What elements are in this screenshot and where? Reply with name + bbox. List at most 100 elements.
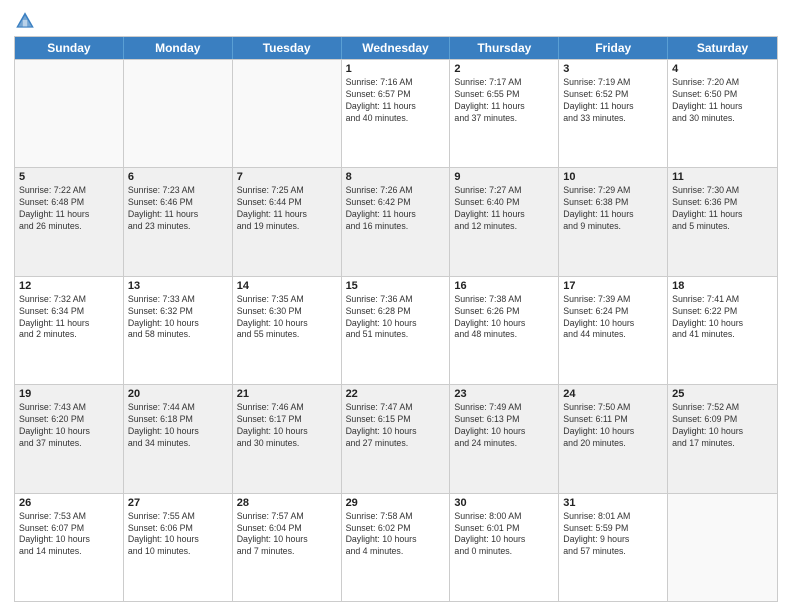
day-cell-6: 6 Sunrise: 7:23 AM Sunset: 6:46 PM Daylig… (124, 168, 233, 275)
day-info: Sunrise: 7:57 AM Sunset: 6:04 PM Dayligh… (237, 511, 337, 559)
day-info: Sunrise: 7:52 AM Sunset: 6:09 PM Dayligh… (672, 402, 773, 450)
day-cell-25: 25 Sunrise: 7:52 AM Sunset: 6:09 PM Dayli… (668, 385, 777, 492)
day-info: Sunrise: 7:29 AM Sunset: 6:38 PM Dayligh… (563, 185, 663, 233)
calendar-body: 1Sunrise: 7:16 AM Sunset: 6:57 PM Daylig… (15, 59, 777, 601)
day-cell-15: 15 Sunrise: 7:36 AM Sunset: 6:28 PM Dayli… (342, 277, 451, 384)
day-number: 14 (237, 280, 337, 292)
day-info: Sunrise: 7:50 AM Sunset: 6:11 PM Dayligh… (563, 402, 663, 450)
day-info: Sunrise: 7:25 AM Sunset: 6:44 PM Dayligh… (237, 185, 337, 233)
day-number: 5 (19, 171, 119, 183)
day-cell-14: 14 Sunrise: 7:35 AM Sunset: 6:30 PM Dayli… (233, 277, 342, 384)
day-number: 26 (19, 497, 119, 509)
logo (14, 10, 40, 32)
day-info: Sunrise: 7:53 AM Sunset: 6:07 PM Dayligh… (19, 511, 119, 559)
day-number: 6 (128, 171, 228, 183)
day-info: Sunrise: 7:43 AM Sunset: 6:20 PM Dayligh… (19, 402, 119, 450)
day-cell-22: 22 Sunrise: 7:47 AM Sunset: 6:15 PM Dayli… (342, 385, 451, 492)
day-number: 12 (19, 280, 119, 292)
day-number: 10 (563, 171, 663, 183)
empty-cell (668, 494, 777, 601)
day-cell-19: 19 Sunrise: 7:43 AM Sunset: 6:20 PM Dayli… (15, 385, 124, 492)
day-cell-9: 9Sunrise: 7:27 AM Sunset: 6:40 PM Daylig… (450, 168, 559, 275)
day-info: Sunrise: 7:39 AM Sunset: 6:24 PM Dayligh… (563, 294, 663, 342)
day-cell-16: 16 Sunrise: 7:38 AM Sunset: 6:26 PM Dayli… (450, 277, 559, 384)
day-info: Sunrise: 7:33 AM Sunset: 6:32 PM Dayligh… (128, 294, 228, 342)
day-info: Sunrise: 7:49 AM Sunset: 6:13 PM Dayligh… (454, 402, 554, 450)
day-info: Sunrise: 7:22 AM Sunset: 6:48 PM Dayligh… (19, 185, 119, 233)
day-cell-18: 18 Sunrise: 7:41 AM Sunset: 6:22 PM Dayli… (668, 277, 777, 384)
day-info: Sunrise: 7:16 AM Sunset: 6:57 PM Dayligh… (346, 77, 446, 125)
day-cell-31: 31 Sunrise: 8:01 AM Sunset: 5:59 PM Dayli… (559, 494, 668, 601)
day-cell-17: 17 Sunrise: 7:39 AM Sunset: 6:24 PM Dayli… (559, 277, 668, 384)
day-info: Sunrise: 8:01 AM Sunset: 5:59 PM Dayligh… (563, 511, 663, 559)
day-cell-8: 8Sunrise: 7:26 AM Sunset: 6:42 PM Daylig… (342, 168, 451, 275)
day-cell-30: 30Sunrise: 8:00 AM Sunset: 6:01 PM Dayli… (450, 494, 559, 601)
day-number: 31 (563, 497, 663, 509)
logo-icon (14, 10, 36, 32)
day-info: Sunrise: 7:23 AM Sunset: 6:46 PM Dayligh… (128, 185, 228, 233)
day-info: Sunrise: 7:17 AM Sunset: 6:55 PM Dayligh… (454, 77, 554, 125)
day-info: Sunrise: 7:55 AM Sunset: 6:06 PM Dayligh… (128, 511, 228, 559)
day-cell-7: 7Sunrise: 7:25 AM Sunset: 6:44 PM Daylig… (233, 168, 342, 275)
header-cell-sunday: Sunday (15, 37, 124, 59)
calendar-week-1: 1Sunrise: 7:16 AM Sunset: 6:57 PM Daylig… (15, 59, 777, 167)
day-info: Sunrise: 7:47 AM Sunset: 6:15 PM Dayligh… (346, 402, 446, 450)
day-cell-20: 20Sunrise: 7:44 AM Sunset: 6:18 PM Dayli… (124, 385, 233, 492)
day-info: Sunrise: 7:30 AM Sunset: 6:36 PM Dayligh… (672, 185, 773, 233)
day-info: Sunrise: 8:00 AM Sunset: 6:01 PM Dayligh… (454, 511, 554, 559)
day-number: 24 (563, 388, 663, 400)
day-cell-28: 28Sunrise: 7:57 AM Sunset: 6:04 PM Dayli… (233, 494, 342, 601)
day-cell-13: 13 Sunrise: 7:33 AM Sunset: 6:32 PM Dayli… (124, 277, 233, 384)
header-cell-wednesday: Wednesday (342, 37, 451, 59)
day-cell-3: 3 Sunrise: 7:19 AM Sunset: 6:52 PM Daylig… (559, 60, 668, 167)
day-info: Sunrise: 7:20 AM Sunset: 6:50 PM Dayligh… (672, 77, 773, 125)
day-number: 15 (346, 280, 446, 292)
day-cell-21: 21 Sunrise: 7:46 AM Sunset: 6:17 PM Dayli… (233, 385, 342, 492)
empty-cell (124, 60, 233, 167)
day-cell-10: 10 Sunrise: 7:29 AM Sunset: 6:38 PM Dayli… (559, 168, 668, 275)
day-number: 17 (563, 280, 663, 292)
calendar: SundayMondayTuesdayWednesdayThursdayFrid… (14, 36, 778, 602)
day-number: 25 (672, 388, 773, 400)
day-info: Sunrise: 7:19 AM Sunset: 6:52 PM Dayligh… (563, 77, 663, 125)
day-cell-24: 24 Sunrise: 7:50 AM Sunset: 6:11 PM Dayli… (559, 385, 668, 492)
day-cell-2: 2 Sunrise: 7:17 AM Sunset: 6:55 PM Daylig… (450, 60, 559, 167)
day-number: 21 (237, 388, 337, 400)
header-cell-monday: Monday (124, 37, 233, 59)
day-info: Sunrise: 7:36 AM Sunset: 6:28 PM Dayligh… (346, 294, 446, 342)
page: SundayMondayTuesdayWednesdayThursdayFrid… (0, 0, 792, 612)
day-cell-11: 11 Sunrise: 7:30 AM Sunset: 6:36 PM Dayli… (668, 168, 777, 275)
day-cell-29: 29Sunrise: 7:58 AM Sunset: 6:02 PM Dayli… (342, 494, 451, 601)
day-cell-12: 12Sunrise: 7:32 AM Sunset: 6:34 PM Dayli… (15, 277, 124, 384)
header-cell-friday: Friday (559, 37, 668, 59)
day-cell-1: 1Sunrise: 7:16 AM Sunset: 6:57 PM Daylig… (342, 60, 451, 167)
header-cell-tuesday: Tuesday (233, 37, 342, 59)
day-number: 16 (454, 280, 554, 292)
header-cell-saturday: Saturday (668, 37, 777, 59)
header (14, 10, 778, 32)
day-number: 29 (346, 497, 446, 509)
calendar-week-3: 12Sunrise: 7:32 AM Sunset: 6:34 PM Dayli… (15, 276, 777, 384)
day-info: Sunrise: 7:38 AM Sunset: 6:26 PM Dayligh… (454, 294, 554, 342)
day-number: 22 (346, 388, 446, 400)
calendar-week-4: 19 Sunrise: 7:43 AM Sunset: 6:20 PM Dayli… (15, 384, 777, 492)
day-cell-23: 23 Sunrise: 7:49 AM Sunset: 6:13 PM Dayli… (450, 385, 559, 492)
day-info: Sunrise: 7:46 AM Sunset: 6:17 PM Dayligh… (237, 402, 337, 450)
day-number: 4 (672, 63, 773, 75)
day-number: 23 (454, 388, 554, 400)
day-number: 18 (672, 280, 773, 292)
day-info: Sunrise: 7:26 AM Sunset: 6:42 PM Dayligh… (346, 185, 446, 233)
day-number: 2 (454, 63, 554, 75)
day-info: Sunrise: 7:35 AM Sunset: 6:30 PM Dayligh… (237, 294, 337, 342)
empty-cell (233, 60, 342, 167)
day-number: 27 (128, 497, 228, 509)
day-number: 3 (563, 63, 663, 75)
day-number: 19 (19, 388, 119, 400)
day-number: 11 (672, 171, 773, 183)
day-cell-4: 4 Sunrise: 7:20 AM Sunset: 6:50 PM Daylig… (668, 60, 777, 167)
day-number: 13 (128, 280, 228, 292)
day-info: Sunrise: 7:44 AM Sunset: 6:18 PM Dayligh… (128, 402, 228, 450)
header-cell-thursday: Thursday (450, 37, 559, 59)
empty-cell (15, 60, 124, 167)
day-info: Sunrise: 7:41 AM Sunset: 6:22 PM Dayligh… (672, 294, 773, 342)
